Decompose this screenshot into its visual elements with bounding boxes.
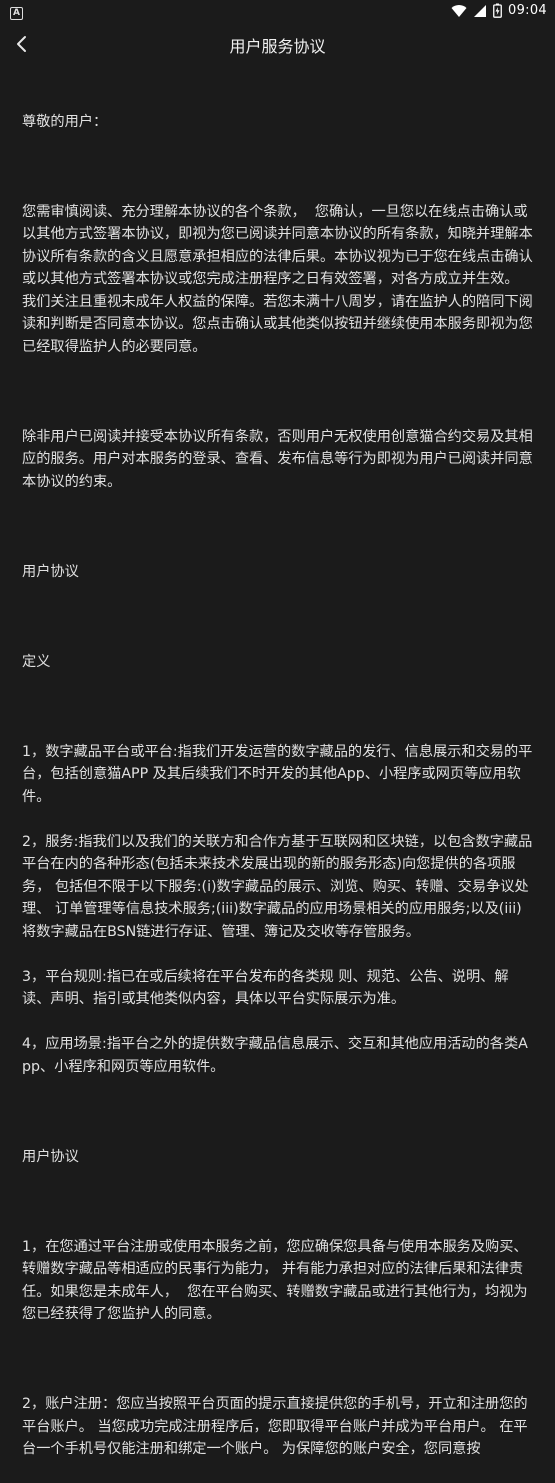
section-heading-user-agreement: 用户协议 [22,563,79,580]
battery-charging-icon [493,3,502,18]
app-notification-icon: A [10,7,23,20]
status-time: 09:04 [508,3,547,18]
signal-icon [474,4,487,17]
definition-rules: 3，平台规则:指已在或后续将在平台发布的各类规 则、规范、公告、说明、解读、声明… [22,968,509,1008]
page-title: 用户服务协议 [229,37,326,56]
app-header: 用户服务协议 [0,24,555,64]
definition-service: 2，服务:指我们以及我们的关联方和合作方基于互联网和区块链，以包含数字藏品平台在… [22,833,533,940]
definition-scenarios: 4，应用场景:指平台之外的提供数字藏品信息展示、交互和其他应用活动的各类App、… [22,1036,528,1075]
paragraph-confirmation: 您需审慎阅读、充分理解本协议的各个条款， 您确认，一旦您以在线点击确认或以其他方… [22,203,533,355]
agreement-content: 尊敬的用户： 您需审慎阅读、充分理解本协议的各个条款， 您确认，一旦您以在线点击… [22,88,534,1483]
paragraph-acceptance: 除非用户已阅读并接受本协议所有条款，否则用户无权使用创意猫合约交易及其相应的服务… [22,428,533,490]
rule-eligibility: 1，在您通过平台注册或使用本服务之前，您应确保您具备与使用本服务及购买、转赠数字… [22,1238,528,1323]
section-heading-definitions: 定义 [22,653,51,670]
greeting: 尊敬的用户： [22,113,108,130]
wifi-icon [451,4,467,17]
definition-platform: 1，数字藏品平台或平台:指我们开发运营的数字藏品的发行、信息展示和交易的平台，包… [22,743,533,805]
status-bar: A 09:04 [0,0,555,24]
rule-registration: 2，账户注册：您应当按照平台页面的提示直接提供您的手机号，开立和注册您的平台账户… [22,1396,528,1457]
section-heading-user-agreement-2: 用户协议 [22,1148,79,1165]
